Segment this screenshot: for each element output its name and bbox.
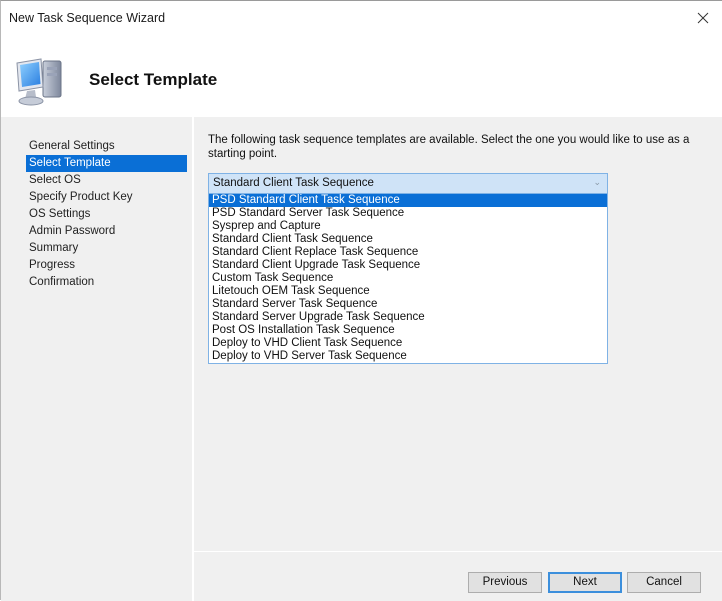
sidebar-step-os-settings[interactable]: OS Settings bbox=[26, 206, 187, 223]
sidebar-step-admin-password[interactable]: Admin Password bbox=[26, 223, 187, 240]
computer-icon bbox=[16, 58, 62, 106]
wizard-header: Select Template bbox=[1, 35, 722, 117]
previous-button[interactable]: Previous bbox=[468, 572, 542, 593]
template-option[interactable]: Sysprep and Capture bbox=[209, 220, 607, 233]
template-select[interactable]: Standard Client Task Sequence ⌄ bbox=[208, 173, 608, 194]
sidebar-step-specify-product-key[interactable]: Specify Product Key bbox=[26, 189, 187, 206]
sidebar-step-confirmation[interactable]: Confirmation bbox=[26, 274, 187, 291]
wizard-window: New Task Sequence Wizard Select Template… bbox=[0, 0, 722, 601]
sidebar-step-select-template[interactable]: Select Template bbox=[26, 155, 187, 172]
sidebar-step-progress[interactable]: Progress bbox=[26, 257, 187, 274]
template-option[interactable]: PSD Standard Client Task Sequence bbox=[209, 194, 607, 207]
template-option[interactable]: Litetouch OEM Task Sequence bbox=[209, 285, 607, 298]
template-select-value: Standard Client Task Sequence bbox=[213, 177, 374, 189]
template-option[interactable]: Standard Client Replace Task Sequence bbox=[209, 246, 607, 259]
instructions-text: The following task sequence templates ar… bbox=[208, 134, 690, 160]
template-option[interactable]: Standard Server Upgrade Task Sequence bbox=[209, 311, 607, 324]
template-option[interactable]: Standard Client Task Sequence bbox=[209, 233, 607, 246]
window-title: New Task Sequence Wizard bbox=[9, 11, 166, 25]
close-button[interactable] bbox=[690, 5, 716, 31]
template-option[interactable]: Deploy to VHD Client Task Sequence bbox=[209, 337, 607, 350]
page-title: Select Template bbox=[89, 70, 218, 89]
wizard-body: General Settings Select Template Select OS… bbox=[1, 117, 722, 601]
close-icon bbox=[697, 12, 709, 24]
template-dropdown-list[interactable]: PSD Standard Client Task Sequence PSD Sta… bbox=[208, 194, 608, 364]
template-option[interactable]: Post OS Installation Task Sequence bbox=[209, 324, 607, 337]
wizard-steps-sidebar: General Settings Select Template Select OS… bbox=[1, 117, 193, 601]
content-panel: The following task sequence templates ar… bbox=[194, 117, 722, 551]
next-button[interactable]: Next bbox=[548, 572, 622, 593]
template-option[interactable]: Standard Server Task Sequence bbox=[209, 298, 607, 311]
sidebar-step-select-os[interactable]: Select OS bbox=[26, 172, 187, 189]
footer-divider bbox=[194, 551, 722, 552]
template-option[interactable]: Deploy to VHD Server Task Sequence bbox=[209, 350, 607, 363]
template-option[interactable]: Custom Task Sequence bbox=[209, 272, 607, 285]
sidebar-step-summary[interactable]: Summary bbox=[26, 240, 187, 257]
title-bar: New Task Sequence Wizard bbox=[1, 1, 722, 35]
sidebar-step-general-settings[interactable]: General Settings bbox=[26, 138, 187, 155]
template-option[interactable]: Standard Client Upgrade Task Sequence bbox=[209, 259, 607, 272]
template-option[interactable]: PSD Standard Server Task Sequence bbox=[209, 207, 607, 220]
cancel-button[interactable]: Cancel bbox=[627, 572, 701, 593]
chevron-down-icon[interactable]: ⌄ bbox=[593, 177, 601, 188]
